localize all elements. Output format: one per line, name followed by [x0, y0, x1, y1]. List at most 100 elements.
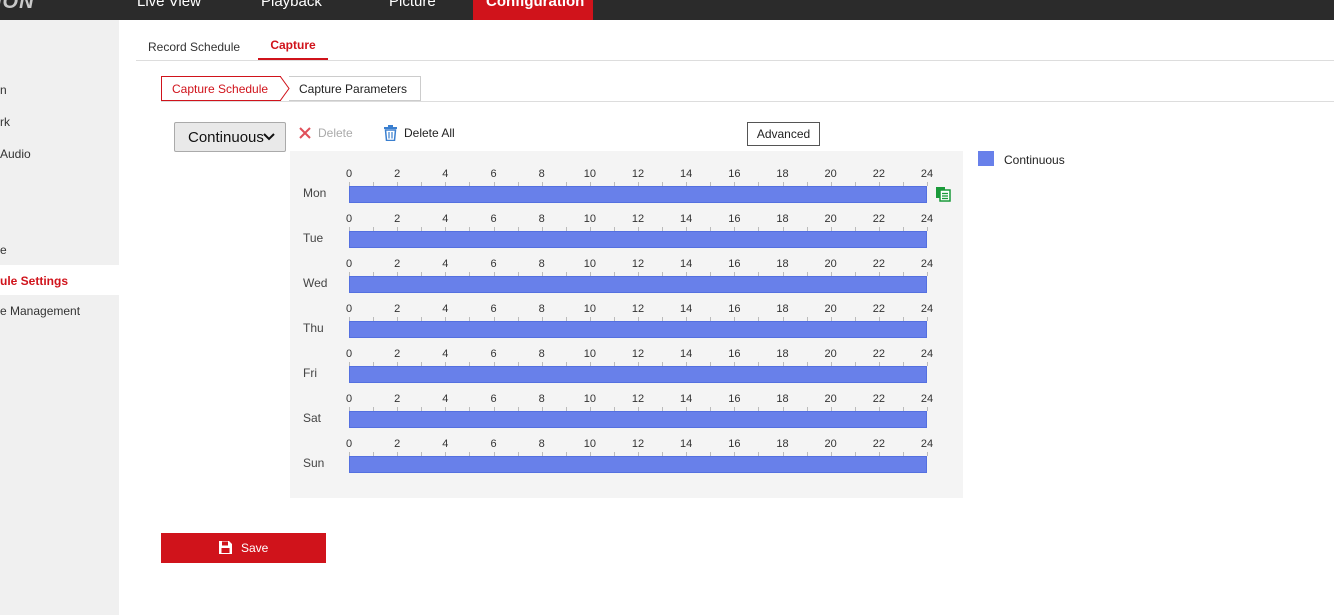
hour-tick-label: 20	[824, 393, 837, 405]
hour-tick-label: 16	[728, 438, 741, 450]
hour-tick-label: 8	[538, 303, 545, 315]
schedule-segment-continuous[interactable]	[349, 456, 927, 473]
hour-tick-label: 14	[680, 168, 693, 180]
subtab-capture-parameters[interactable]: Capture Parameters	[289, 76, 421, 101]
subtab-capture-schedule-label: Capture Schedule	[172, 82, 269, 96]
copy-icon[interactable]	[935, 186, 951, 202]
hour-tick-label: 24	[920, 393, 934, 405]
advanced-button[interactable]: Advanced	[747, 122, 820, 146]
hour-tick-label: 2	[394, 348, 401, 360]
hour-tick-label: 14	[680, 258, 693, 270]
tab-capture[interactable]: Capture	[258, 38, 328, 60]
nav-live-view-label: Live View	[137, 0, 201, 10]
hour-tick-label: 4	[442, 168, 449, 180]
hour-tick-label: 14	[680, 393, 693, 405]
delete-button-label: Delete	[318, 126, 353, 140]
nav-live-view[interactable]: Live View	[137, 0, 217, 20]
hour-tick-label: 0	[345, 438, 353, 450]
hour-tick-label: 0	[345, 393, 353, 405]
close-x-icon	[299, 127, 311, 139]
chevron-down-icon	[263, 133, 275, 141]
sidebar-item-storage-management[interactable]: e Management	[0, 295, 119, 325]
save-button[interactable]: Save	[161, 533, 326, 563]
hour-tick-label: 8	[538, 213, 545, 225]
hour-tick-label: 22	[872, 393, 885, 405]
hour-tick-label: 8	[538, 438, 545, 450]
floppy-disk-icon	[219, 541, 232, 554]
nav-picture[interactable]: Picture	[389, 0, 469, 20]
hour-tick-label: 14	[680, 438, 693, 450]
hour-tick-mark	[927, 362, 928, 366]
sidebar-item-3[interactable]: Audio	[0, 138, 119, 168]
hour-tick-label: 24	[920, 438, 934, 450]
hour-tick-label: 12	[631, 393, 645, 405]
hour-tick-mark	[927, 452, 928, 456]
brand-logo: ION	[0, 0, 35, 13]
schedule-row-sat[interactable]: Sat 0 2 4 6 8 10 12 14 16 18 20 22 24	[290, 376, 963, 428]
hour-tick-label: 16	[728, 348, 741, 360]
subtab-divider	[161, 101, 1334, 102]
subtab-capture-schedule[interactable]: Capture Schedule	[161, 76, 281, 101]
hour-tick-label: 16	[728, 213, 741, 225]
schedule-row-thu[interactable]: Thu 0 2 4 6 8 10 12 14 16 18 20 22 24	[290, 286, 963, 338]
hour-tick-label: 0	[345, 213, 353, 225]
hour-tick-label: 14	[680, 213, 693, 225]
schedule-row-mon[interactable]: Mon 0 2 4 6 8 10 12 14 16 18 20 22 24	[290, 151, 963, 203]
weekly-schedule-grid[interactable]: Mon 0 2 4 6 8 10 12 14 16 18 20 22 24 Tue 0 2 4 6 8 10 12 14 16…	[290, 151, 963, 498]
delete-all-button-label: Delete All	[404, 126, 455, 140]
hour-tick-label: 18	[776, 258, 789, 270]
hour-tick-label: 8	[538, 258, 545, 270]
hour-tick-label: 4	[442, 303, 449, 315]
legend-swatch-continuous	[978, 151, 994, 166]
capture-type-select[interactable]: Continuous	[174, 122, 286, 152]
hour-tick-mark	[927, 317, 928, 321]
hour-tick-label: 6	[490, 168, 497, 180]
hour-tick-label: 10	[583, 393, 596, 405]
hour-tick-label: 20	[824, 303, 837, 315]
sidebar-item-label: e Management	[0, 304, 81, 318]
hour-tick-label: 0	[345, 303, 353, 315]
sidebar-item-schedule-settings[interactable]: ule Settings	[0, 265, 119, 295]
hour-tick-label: 2	[394, 303, 401, 315]
hour-tick-label: 10	[583, 303, 596, 315]
hour-tick-label: 12	[631, 303, 645, 315]
hour-tick-label: 18	[776, 168, 789, 180]
hour-tick-label: 22	[872, 303, 885, 315]
nav-configuration-label: Configuration	[486, 0, 585, 10]
hour-tick-label: 10	[583, 258, 596, 270]
sidebar-item-label: Audio	[0, 147, 31, 161]
hour-tick-label: 2	[394, 213, 401, 225]
hour-tick-label: 12	[631, 258, 645, 270]
hour-tick-label: 6	[490, 213, 497, 225]
nav-playback[interactable]: Playback	[261, 0, 341, 20]
hour-tick-label: 2	[394, 168, 401, 180]
legend-label-continuous: Continuous	[1004, 153, 1065, 167]
hour-tick-label: 22	[872, 168, 885, 180]
hour-tick-label: 14	[680, 303, 693, 315]
hour-tick-label: 10	[583, 168, 596, 180]
schedule-row-sun[interactable]: Sun 0 2 4 6 8 10 12 14 16 18 20 22 24	[290, 421, 963, 473]
save-button-label: Save	[241, 541, 269, 555]
nav-picture-label: Picture	[389, 0, 436, 10]
hour-tick-label: 2	[394, 258, 401, 270]
nav-configuration[interactable]: Configuration	[473, 0, 593, 20]
hour-tick-label: 8	[538, 393, 545, 405]
subtab-capture-parameters-label: Capture Parameters	[299, 82, 408, 96]
hour-tick-label: 12	[631, 348, 645, 360]
hour-tick-label: 0	[345, 168, 353, 180]
hour-tick-mark	[927, 272, 928, 276]
schedule-row-wed[interactable]: Wed 0 2 4 6 8 10 12 14 16 18 20 22 24	[290, 241, 963, 293]
hour-tick-label: 4	[442, 213, 449, 225]
hour-tick-label: 22	[872, 438, 885, 450]
hour-tick-label: 24	[920, 348, 934, 360]
sidebar-item-1[interactable]: n	[0, 74, 119, 104]
sidebar-item-2[interactable]: rk	[0, 106, 119, 136]
hour-tick-label: 24	[920, 303, 934, 315]
trash-icon	[384, 125, 397, 141]
hour-tick-label: 4	[442, 258, 449, 270]
schedule-row-tue[interactable]: Tue 0 2 4 6 8 10 12 14 16 18 20 22 24	[290, 196, 963, 248]
schedule-row-fri[interactable]: Fri 0 2 4 6 8 10 12 14 16 18 20 22 24	[290, 331, 963, 383]
sidebar-item-label: ule Settings	[0, 274, 69, 288]
hour-tick-label: 4	[442, 393, 449, 405]
sidebar-item-4[interactable]: e	[0, 234, 119, 264]
